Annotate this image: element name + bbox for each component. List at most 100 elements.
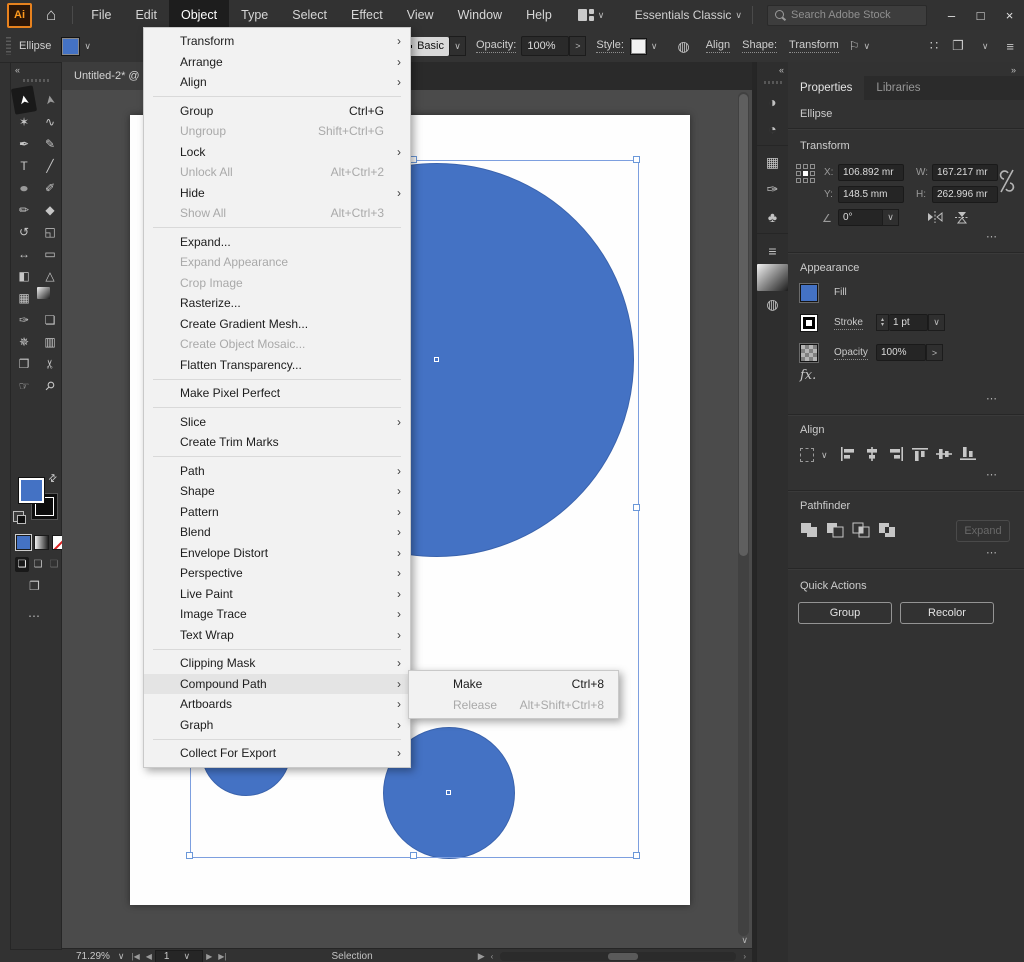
fill-color-swatch[interactable] [61, 37, 80, 56]
eyedropper-tool[interactable]: ✑ [11, 309, 37, 331]
menu-item-artboards[interactable]: Artboards › [144, 694, 410, 715]
vertical-scrollbar[interactable] [738, 92, 749, 936]
rotation-angle-field[interactable]: 0° [838, 209, 884, 226]
zoom-level-field[interactable]: 71.29% [76, 951, 110, 962]
menubar-type[interactable]: Type [229, 0, 280, 30]
menubar-view[interactable]: View [395, 0, 446, 30]
flip-horizontal-icon[interactable] [926, 210, 944, 224]
maximize-button[interactable]: □ [966, 1, 995, 29]
shape-panel-link[interactable]: Shape: [742, 39, 777, 53]
swatches-panel-icon[interactable]: ▦ [757, 149, 788, 176]
align-top-icon[interactable] [912, 447, 928, 461]
ellipse-tool[interactable]: ● [6, 177, 42, 199]
scroll-right-arrow-icon[interactable]: › [743, 952, 746, 961]
menubar-select[interactable]: Select [280, 0, 339, 30]
align-right-icon[interactable] [888, 447, 904, 461]
color-panel-icon[interactable]: ◑ [757, 88, 788, 115]
workspace-switcher[interactable]: Essentials Classic [635, 8, 732, 22]
selection-handle-top-center[interactable] [410, 156, 417, 163]
menu-item-expand-appearance[interactable]: Expand Appearance › [144, 252, 410, 273]
swap-fill-stroke-icon[interactable]: ⇄ [46, 472, 60, 486]
expand-dock-icon[interactable]: » [1011, 65, 1016, 75]
menu-item-blend[interactable]: Blend › [144, 522, 410, 543]
style-label[interactable]: Style: [596, 39, 624, 53]
appearance-opacity-field[interactable]: 100% [876, 344, 926, 361]
opacity-chevron[interactable]: > [569, 36, 586, 56]
panel-options-icon[interactable]: ≡ [1006, 39, 1014, 54]
menu-item-perspective[interactable]: Perspective › [144, 563, 410, 584]
arrange-documents-icon[interactable]: ∷ [930, 38, 938, 54]
menu-item-unlock-all[interactable]: Unlock All Alt+Ctrl+2 › [144, 162, 410, 183]
selection-handle-bottom-left[interactable] [186, 852, 193, 859]
document-arrangement-icon[interactable]: ❐ [952, 38, 964, 54]
horizontal-scrollbar-thumb[interactable] [608, 953, 638, 960]
horizontal-scrollbar[interactable] [500, 952, 736, 961]
chevron-down-icon[interactable]: ∨ [84, 41, 91, 52]
menu-item-graph[interactable]: Graph › [144, 715, 410, 736]
stroke-style-chevron[interactable]: ∨ [449, 36, 466, 56]
workspace-layout-icon[interactable] [578, 9, 594, 21]
edit-toolbar-dots-icon[interactable]: ⋯ [28, 609, 42, 623]
menubar-file[interactable]: File [79, 0, 123, 30]
opacity-chevron-icon[interactable]: > [926, 344, 943, 361]
type-tool[interactable]: T [11, 155, 37, 177]
symbol-sprayer-tool[interactable]: ✵ [11, 331, 37, 353]
menubar-window[interactable]: Window [446, 0, 514, 30]
menu-item-crop-image[interactable]: Crop Image › [144, 273, 410, 294]
menu-item-flatten-transparency[interactable]: Flatten Transparency... › [144, 355, 410, 376]
shaper-tool[interactable]: ✏ [11, 199, 37, 221]
artboard-number-field[interactable]: 1 ∨ [155, 950, 203, 962]
select-similar-icon[interactable]: ⚐ [849, 39, 860, 53]
pathfinder-intersect-icon[interactable] [852, 522, 870, 538]
menu-item-compound-path[interactable]: Compound Path › [144, 674, 410, 695]
menu-item-image-trace[interactable]: Image Trace › [144, 604, 410, 625]
menu-item-arrange[interactable]: Arrange › [144, 52, 410, 73]
gradient-button[interactable] [34, 535, 49, 550]
opacity-panel-label[interactable]: Opacity [834, 347, 868, 360]
x-field[interactable]: 106.892 mr [838, 164, 904, 181]
gradient-panel-icon[interactable] [757, 264, 788, 291]
pathfinder-minus-front-icon[interactable] [826, 522, 844, 538]
stroke-weight-chevron-icon[interactable]: ∨ [928, 314, 945, 331]
menu-item-make-pixel-perfect[interactable]: Make Pixel Perfect › [144, 383, 410, 404]
menu-item-live-paint[interactable]: Live Paint › [144, 584, 410, 605]
brushes-panel-icon[interactable]: ✑ [757, 176, 788, 203]
menu-item-lock[interactable]: Lock › [144, 142, 410, 163]
align-horizontal-center-icon[interactable] [864, 447, 880, 461]
color-button[interactable] [16, 535, 31, 550]
appearance-stroke-swatch[interactable] [800, 314, 818, 332]
fx-effects-button[interactable]: fx. [800, 368, 816, 383]
selection-handle-top-right[interactable] [633, 156, 640, 163]
reference-point-selector[interactable] [796, 164, 815, 183]
document-setup-globe-icon[interactable]: ◍ [677, 38, 689, 55]
minimize-button[interactable]: – [937, 1, 966, 29]
menu-item-text-wrap[interactable]: Text Wrap › [144, 625, 410, 646]
align-bottom-icon[interactable] [960, 447, 976, 461]
menu-item-path[interactable]: Path › [144, 461, 410, 482]
column-graph-tool[interactable]: ▥ [37, 331, 63, 353]
symbols-panel-icon[interactable]: ♣ [757, 203, 788, 230]
menubar-edit[interactable]: Edit [123, 0, 169, 30]
draw-inside-mode-icon[interactable]: ❏ [47, 557, 61, 572]
graphic-style-swatch[interactable] [630, 38, 647, 55]
chevron-down-icon[interactable]: ∨ [735, 10, 742, 21]
group-button[interactable]: Group [798, 602, 892, 624]
status-play-icon[interactable]: ▶ [478, 951, 485, 962]
align-panel-link[interactable]: Align [706, 39, 730, 53]
close-button[interactable]: × [995, 1, 1024, 29]
pathfinder-expand-button[interactable]: Expand [956, 520, 1010, 542]
selection-handle-bottom-center[interactable] [410, 852, 417, 859]
h-field[interactable]: 262.996 mr [932, 186, 998, 203]
y-field[interactable]: 148.5 mm [838, 186, 904, 203]
selection-tool[interactable]: ➤ [11, 85, 37, 114]
lasso-tool[interactable]: ∿ [37, 111, 63, 133]
menu-item-shape[interactable]: Shape › [144, 481, 410, 502]
perspective-grid-tool[interactable]: △ [37, 265, 63, 287]
menubar-help[interactable]: Help [514, 0, 564, 30]
scroll-left-arrow-icon[interactable]: ‹ [491, 952, 494, 961]
shape-builder-tool[interactable]: ◧ [11, 265, 37, 287]
zoom-chevron-icon[interactable]: ∨ [118, 951, 125, 962]
tab-libraries[interactable]: Libraries [864, 76, 932, 100]
align-left-icon[interactable] [840, 447, 856, 461]
menu-item-rasterize[interactable]: Rasterize... › [144, 293, 410, 314]
